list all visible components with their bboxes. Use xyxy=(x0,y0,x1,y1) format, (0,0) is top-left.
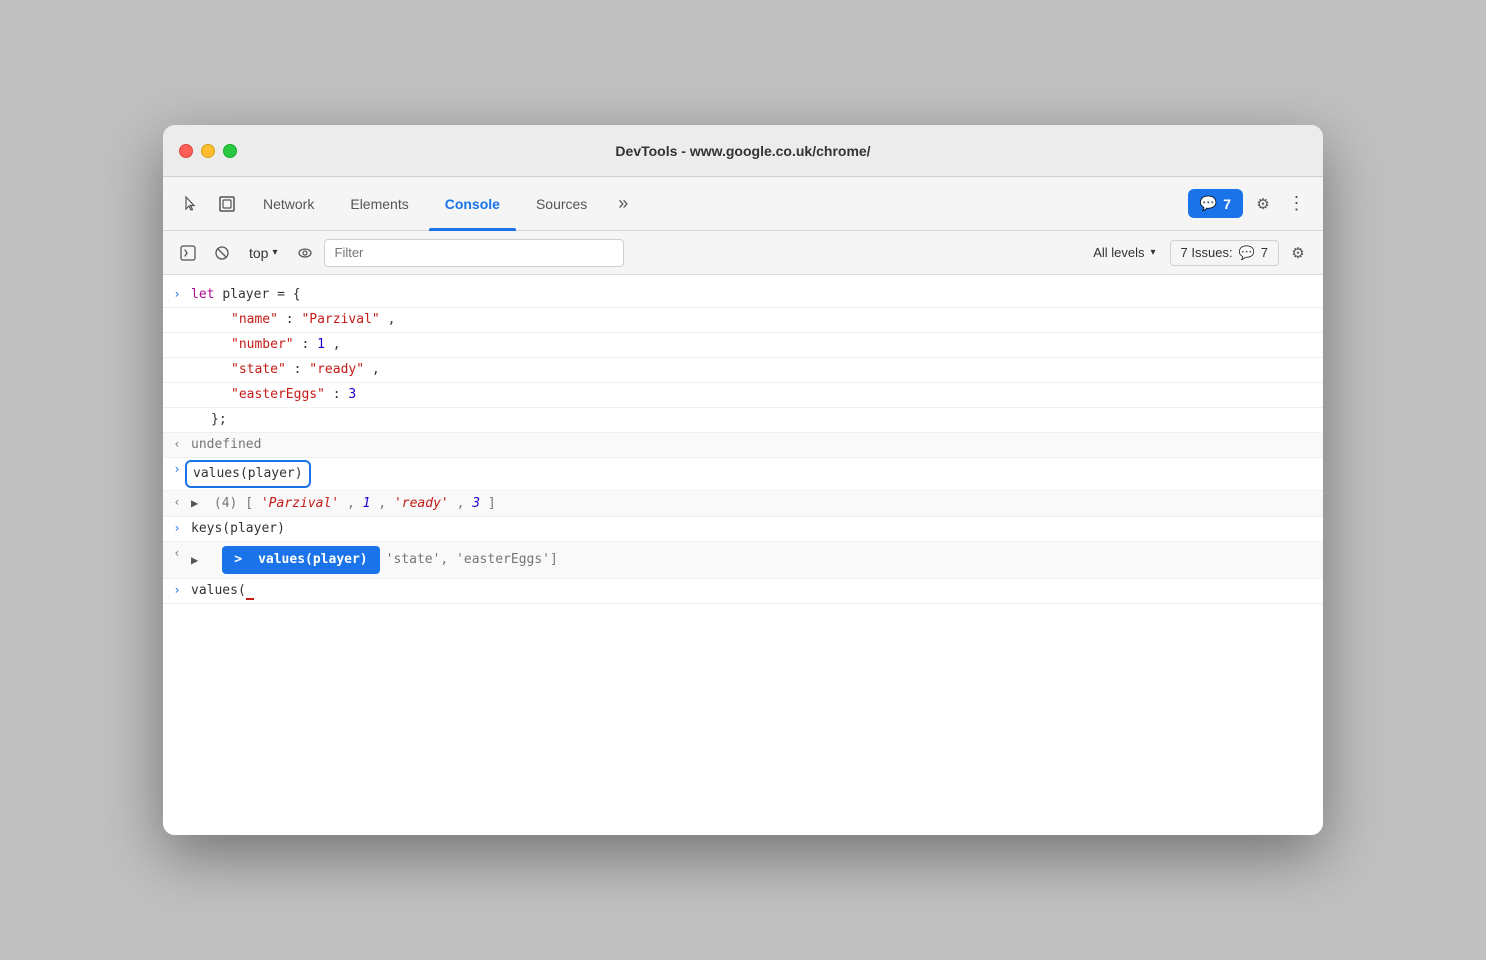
line-gutter: › xyxy=(163,519,191,535)
result-blurred-line: ‹ ▶ > values(player) 'state', 'easterEgg… xyxy=(163,542,1323,579)
chevron-down-icon: ▾ xyxy=(1151,247,1156,258)
more-options-button[interactable]: ⋮ xyxy=(1283,188,1311,220)
result-array-line: ‹ ▶ (4) [ 'Parzival' , 1 , 'ready' , 3 ] xyxy=(163,491,1323,517)
console-toolbar: top ▾ All levels ▾ 7 Issues: 💬 7 ⚙ xyxy=(163,231,1323,275)
chat-bubble-icon: 💬 xyxy=(1200,195,1217,212)
console-line: }; xyxy=(163,408,1323,433)
console-line: "state" : "ready" , xyxy=(163,358,1323,383)
window-title: DevTools - www.google.co.uk/chrome/ xyxy=(615,143,870,159)
traffic-lights xyxy=(179,144,237,158)
line-gutter: ‹ xyxy=(163,435,191,451)
line-gutter: ‹ xyxy=(163,544,191,560)
chevron-down-icon: ▾ xyxy=(272,247,277,258)
line-gutter: › xyxy=(163,581,191,597)
tab-network[interactable]: Network xyxy=(247,177,330,231)
console-line: › let player = { xyxy=(163,283,1323,308)
cursor-indicator xyxy=(246,583,254,600)
levels-label: All levels xyxy=(1093,245,1144,260)
current-input-line[interactable]: › values( xyxy=(163,579,1323,604)
inspect-element-button[interactable] xyxy=(211,188,243,220)
autocomplete-prompt: > xyxy=(234,550,242,570)
maximize-button[interactable] xyxy=(223,144,237,158)
line-gutter xyxy=(163,410,191,412)
console-line: "name" : "Parzival" , xyxy=(163,308,1323,333)
expand-icon[interactable]: ▶ xyxy=(191,496,198,510)
chat-bubble-icon-sub: 💬 xyxy=(1239,245,1255,261)
minimize-button[interactable] xyxy=(201,144,215,158)
issues-sub-badge[interactable]: 7 Issues: 💬 7 xyxy=(1170,240,1279,266)
tab-sources[interactable]: Sources xyxy=(520,177,603,231)
clear-console-button[interactable] xyxy=(173,238,203,268)
line-gutter: ‹ xyxy=(163,493,191,509)
autocomplete-text: values(player) xyxy=(258,550,368,570)
gear-icon-sub: ⚙ xyxy=(1291,244,1304,262)
settings-button[interactable]: ⚙ xyxy=(1247,188,1279,220)
tab-console[interactable]: Console xyxy=(429,177,516,231)
line-gutter xyxy=(163,310,191,312)
line-gutter xyxy=(163,360,191,362)
line-gutter xyxy=(163,385,191,387)
issues-badge[interactable]: 💬 7 xyxy=(1188,189,1243,218)
console-line: "easterEggs" : 3 xyxy=(163,383,1323,408)
line-gutter: › xyxy=(163,285,191,301)
eye-button[interactable] xyxy=(290,238,320,268)
block-icon-button[interactable] xyxy=(207,238,237,268)
kebab-icon: ⋮ xyxy=(1288,193,1307,214)
devtools-window: DevTools - www.google.co.uk/chrome/ Netw… xyxy=(163,125,1323,835)
more-tabs-button[interactable]: » xyxy=(607,188,639,220)
console-settings-button[interactable]: ⚙ xyxy=(1283,238,1313,268)
issues-count: 7 xyxy=(1223,196,1231,212)
autocomplete-suggestion[interactable]: > values(player) xyxy=(222,546,379,574)
tab-elements[interactable]: Elements xyxy=(334,177,424,231)
console-output: › let player = { "name" : "Parzival" , "… xyxy=(163,275,1323,835)
gear-icon: ⚙ xyxy=(1256,195,1269,213)
console-line: › keys(player) xyxy=(163,517,1323,542)
line-gutter xyxy=(163,335,191,337)
highlighted-input-line: › values(player) xyxy=(163,458,1323,491)
issues-sub-label: 7 Issues: xyxy=(1181,245,1233,260)
console-line: "number" : 1 , xyxy=(163,333,1323,358)
context-selector[interactable]: top ▾ xyxy=(241,241,286,265)
close-button[interactable] xyxy=(179,144,193,158)
result-line: ‹ undefined xyxy=(163,433,1323,458)
filter-input[interactable] xyxy=(324,239,624,267)
context-label: top xyxy=(249,245,268,261)
titlebar: DevTools - www.google.co.uk/chrome/ xyxy=(163,125,1323,177)
log-levels-button[interactable]: All levels ▾ xyxy=(1083,241,1165,264)
expand-icon: ▶ xyxy=(191,550,198,570)
issues-sub-count: 7 xyxy=(1261,245,1268,260)
tab-bar: Network Elements Console Sources » 💬 7 ⚙… xyxy=(163,177,1323,231)
cursor-tool-button[interactable] xyxy=(175,188,207,220)
highlighted-command: values(player) xyxy=(185,460,311,488)
